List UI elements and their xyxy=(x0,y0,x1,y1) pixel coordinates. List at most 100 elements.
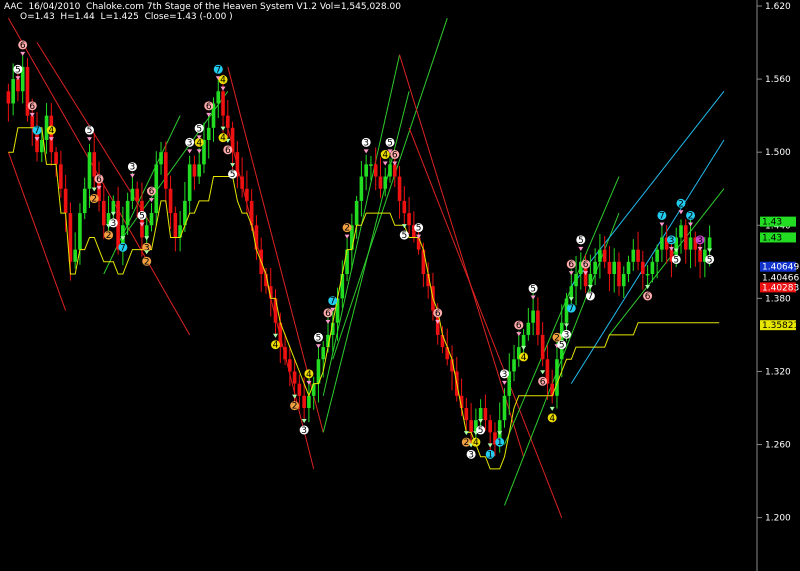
signal-marker-label-47: 6 xyxy=(516,321,522,331)
candle-body-130 xyxy=(626,261,631,274)
signal-arrow-51 xyxy=(549,406,555,411)
signal-arrow-56 xyxy=(568,297,574,302)
candle-body-112 xyxy=(540,334,545,360)
candle-body-118 xyxy=(569,286,574,299)
candle-body-81 xyxy=(392,164,397,177)
signal-marker-label-41: 3 xyxy=(468,450,474,460)
candle-body-142 xyxy=(683,225,688,250)
candle-body-75 xyxy=(364,164,368,177)
candle-body-38 xyxy=(187,164,192,201)
candle-body-122 xyxy=(588,274,593,287)
candle-body-114 xyxy=(550,383,555,396)
candle-body-128 xyxy=(617,261,621,287)
signal-arrow-54 xyxy=(564,323,570,328)
candle-body-131 xyxy=(631,249,636,262)
high-label: H=1.44 xyxy=(60,12,95,22)
candle-body-79 xyxy=(383,176,388,189)
signal-arrow-24 xyxy=(220,126,226,131)
signal-marker-label-11: 3 xyxy=(130,163,136,173)
candle-body-82 xyxy=(397,176,402,201)
candle-body-12 xyxy=(63,188,68,214)
candle-body-10 xyxy=(54,152,58,165)
signal-arrow-29 xyxy=(315,344,321,349)
candle-body-119 xyxy=(574,274,578,287)
signal-marker-label-39: 6 xyxy=(435,309,441,319)
candle-body-108 xyxy=(521,334,526,348)
header-line-2: O=1.43 H=1.44 L=1.425 Close=1.43 (-0.00 … xyxy=(20,12,233,22)
signal-marker-label-46: 3 xyxy=(502,370,508,380)
candle-body-20 xyxy=(101,200,106,226)
trend-line-9 xyxy=(332,18,448,360)
candle-body-62 xyxy=(302,395,306,408)
candle-body-29 xyxy=(144,225,149,238)
signal-arrow-59 xyxy=(587,285,593,289)
signal-arrow-46 xyxy=(501,380,507,385)
candle-body-40 xyxy=(197,164,202,177)
header-line-1: AAC 16/04/2010 Chaloke.com 7th Stage of … xyxy=(4,2,401,12)
candle-body-111 xyxy=(536,310,540,335)
signal-marker-label-50: 6 xyxy=(540,377,546,387)
candle-body-71 xyxy=(345,249,349,274)
candle-body-63 xyxy=(307,395,311,408)
candle-body-58 xyxy=(283,347,287,360)
candle-body-73 xyxy=(354,200,359,226)
candle-body-0 xyxy=(6,91,11,104)
signal-arrow-67 xyxy=(707,248,713,253)
candle-body-49 xyxy=(240,176,244,189)
y-tick-label-7: 1.620 xyxy=(765,2,791,12)
candle-body-46 xyxy=(226,115,230,128)
signal-marker-label-1: 6 xyxy=(20,41,26,51)
signal-arrow-33 xyxy=(363,149,369,154)
price-tag-label-3: 1.40466 xyxy=(762,274,799,284)
candle-body-124 xyxy=(598,249,602,262)
signal-marker-label-51: 4 xyxy=(549,414,555,424)
symbol-label: AAC xyxy=(4,2,23,12)
candle-body-15 xyxy=(78,213,82,250)
candle-body-2 xyxy=(16,79,20,92)
signal-marker-label-31: 7 xyxy=(330,297,336,307)
candle-body-100 xyxy=(483,408,488,421)
candle-body-7 xyxy=(39,140,44,153)
candle-body-125 xyxy=(602,249,607,262)
signal-marker-label-36: 6 xyxy=(392,151,398,161)
candle-body-52 xyxy=(254,225,259,250)
candle-body-66 xyxy=(321,347,326,360)
signal-marker-label-59: 7 xyxy=(587,292,593,302)
candle-body-36 xyxy=(178,225,182,238)
candle-body-127 xyxy=(612,261,617,274)
candle-body-137 xyxy=(660,237,664,250)
candle-body-59 xyxy=(288,359,292,372)
candle-body-56 xyxy=(273,298,278,323)
signal-arrow-43 xyxy=(478,419,484,423)
signal-marker-label-32: 2 xyxy=(344,224,350,234)
signal-marker-label-26: 2 xyxy=(292,402,298,412)
signal-marker-label-35: 5 xyxy=(387,138,393,148)
candle-body-17 xyxy=(87,152,92,189)
trailing-stop-line xyxy=(8,127,720,470)
signal-marker-label-0: 5 xyxy=(15,65,21,75)
signal-arrow-48 xyxy=(521,345,527,350)
signal-marker-label-9: 3 xyxy=(110,219,116,229)
candle-body-84 xyxy=(407,213,411,226)
signal-arrow-57 xyxy=(578,246,584,251)
signal-marker-label-33: 3 xyxy=(363,138,369,148)
signal-arrow-61 xyxy=(659,222,665,227)
y-tick-label-0: 1.200 xyxy=(765,514,791,524)
candle-body-99 xyxy=(478,408,483,421)
signal-marker-label-63: 2 xyxy=(678,199,684,209)
signal-arrow-5 xyxy=(86,137,92,142)
chart-window: 5667456223735632345674654423456723456556… xyxy=(0,0,800,571)
signal-marker-label-58: 6 xyxy=(583,260,589,270)
low-label: L=1.425 xyxy=(100,12,139,22)
candle-body-1 xyxy=(11,79,15,104)
signal-marker-label-19: 6 xyxy=(206,102,212,112)
signal-marker-label-8: 2 xyxy=(106,231,112,241)
signal-arrow-47 xyxy=(516,332,522,337)
signal-marker-label-27: 3 xyxy=(301,426,307,436)
price-tag-label-5: 1.35821 xyxy=(762,321,799,331)
candle-body-104 xyxy=(502,395,507,421)
price-chart[interactable]: 5667 4 562237356323 45674654423456723456556… xyxy=(0,0,800,571)
candle-body-39 xyxy=(192,164,197,177)
candle-body-78 xyxy=(378,176,383,189)
y-tick-label-5: 1.500 xyxy=(765,148,791,158)
